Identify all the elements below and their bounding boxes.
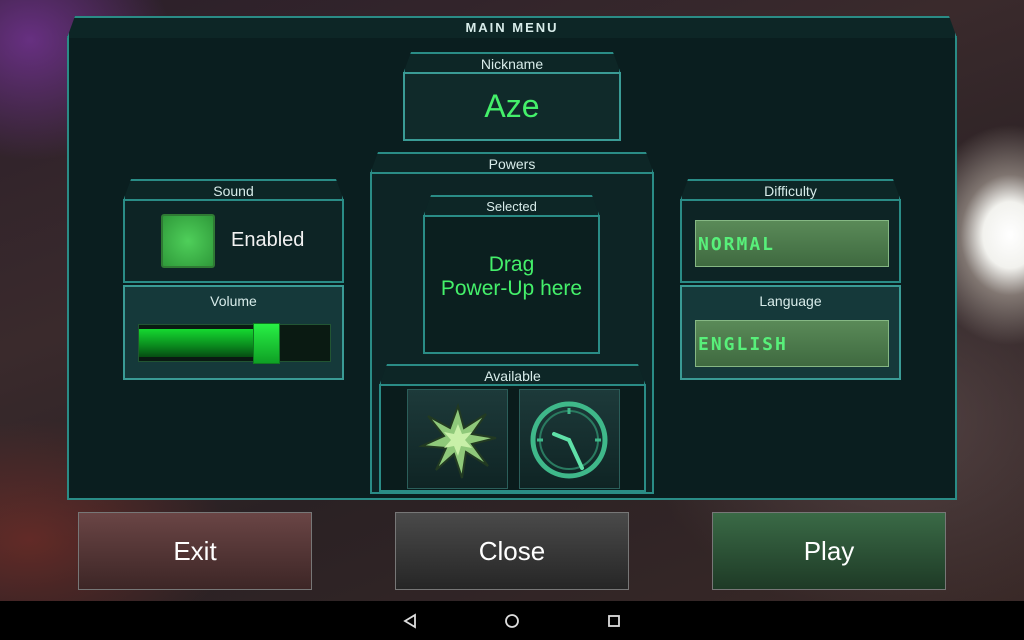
volume-label: Volume bbox=[210, 293, 257, 309]
nickname-tab: Nickname bbox=[403, 52, 621, 74]
power-item-explosion[interactable] bbox=[407, 389, 508, 489]
close-button[interactable]: Close bbox=[395, 512, 629, 590]
recents-icon[interactable] bbox=[606, 613, 622, 629]
volume-slider-handle[interactable] bbox=[253, 323, 280, 364]
drop-hint-line1: Drag bbox=[488, 253, 535, 276]
language-label: Language bbox=[759, 293, 822, 309]
power-item-clock[interactable] bbox=[519, 389, 620, 489]
clock-icon bbox=[530, 401, 608, 479]
difficulty-tab: Difficulty bbox=[680, 179, 901, 201]
difficulty-value: NORMAL bbox=[698, 234, 776, 255]
nickname-field[interactable]: Aze bbox=[403, 72, 621, 141]
volume-slider-fill bbox=[139, 329, 255, 357]
volume-slider-track[interactable] bbox=[138, 323, 331, 364]
selected-tab: Selected bbox=[423, 195, 600, 217]
navigation-bar bbox=[0, 601, 1024, 640]
play-button[interactable]: Play bbox=[712, 512, 946, 590]
available-box bbox=[379, 384, 646, 492]
powers-tab: Powers bbox=[370, 152, 654, 174]
language-box: Language ENGLISH bbox=[680, 285, 901, 380]
available-tab: Available bbox=[379, 364, 646, 386]
home-icon[interactable] bbox=[504, 613, 520, 629]
difficulty-selector[interactable]: NORMAL bbox=[695, 220, 889, 267]
sound-tab: Sound bbox=[123, 179, 344, 201]
language-value: ENGLISH bbox=[698, 334, 788, 355]
difficulty-box: NORMAL bbox=[680, 199, 901, 283]
drop-hint-line2: Power-Up here bbox=[440, 277, 583, 300]
selected-drop-zone[interactable]: Drag Power-Up here bbox=[423, 215, 600, 354]
explosion-icon bbox=[418, 402, 497, 479]
sound-checkbox[interactable] bbox=[161, 214, 215, 268]
nickname-value: Aze bbox=[484, 88, 540, 124]
exit-button[interactable]: Exit bbox=[78, 512, 312, 590]
back-icon[interactable] bbox=[402, 613, 418, 629]
volume-box: Volume bbox=[123, 285, 344, 380]
sound-box: Enabled bbox=[123, 199, 344, 283]
language-selector[interactable]: ENGLISH bbox=[695, 320, 889, 367]
main-menu-title: MAIN MENU bbox=[67, 16, 957, 38]
sound-toggle-label: Enabled bbox=[231, 229, 305, 251]
